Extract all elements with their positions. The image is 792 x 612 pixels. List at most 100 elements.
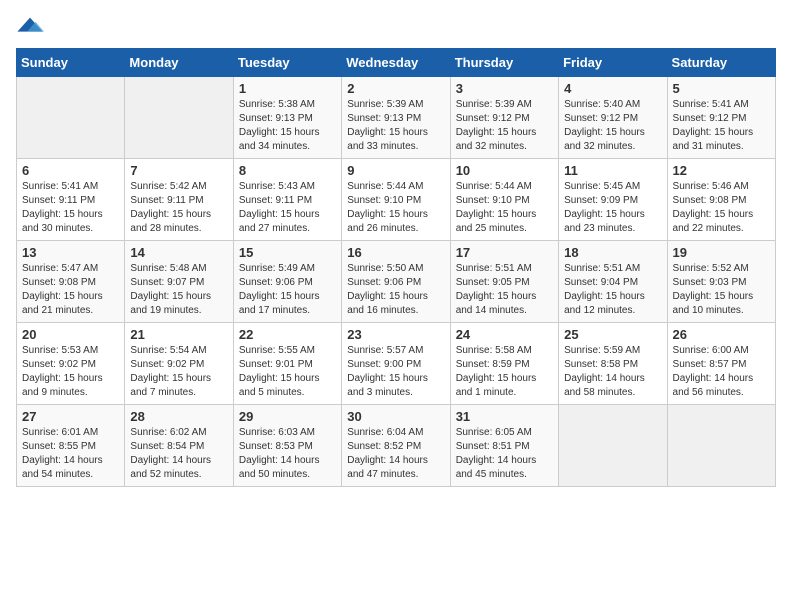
calendar-cell: 29 Sunrise: 6:03 AM Sunset: 8:53 PM Dayli… [233,405,341,487]
day-number: 16 [347,245,444,260]
calendar-body: 1 Sunrise: 5:38 AM Sunset: 9:13 PM Daylig… [17,77,776,487]
day-number: 2 [347,81,444,96]
calendar-cell: 3 Sunrise: 5:39 AM Sunset: 9:12 PM Daylig… [450,77,558,159]
day-number: 30 [347,409,444,424]
day-info: Sunrise: 5:53 AM Sunset: 9:02 PM Dayligh… [22,344,119,400]
day-number: 12 [673,163,770,178]
day-number: 20 [22,327,119,342]
day-number: 24 [456,327,553,342]
day-info: Sunrise: 5:40 AM Sunset: 9:12 PM Dayligh… [564,98,661,154]
day-number: 26 [673,327,770,342]
day-number: 21 [130,327,227,342]
day-number: 27 [22,409,119,424]
day-info: Sunrise: 5:59 AM Sunset: 8:58 PM Dayligh… [564,344,661,400]
day-info: Sunrise: 6:02 AM Sunset: 8:54 PM Dayligh… [130,426,227,482]
day-number: 8 [239,163,336,178]
calendar-cell: 1 Sunrise: 5:38 AM Sunset: 9:13 PM Daylig… [233,77,341,159]
day-number: 15 [239,245,336,260]
day-info: Sunrise: 5:42 AM Sunset: 9:11 PM Dayligh… [130,180,227,236]
day-info: Sunrise: 5:38 AM Sunset: 9:13 PM Dayligh… [239,98,336,154]
day-info: Sunrise: 5:51 AM Sunset: 9:05 PM Dayligh… [456,262,553,318]
calendar-cell: 14Sunrise: 5:48 AM Sunset: 9:07 PM Dayli… [125,241,233,323]
day-header-friday: Friday [559,49,667,77]
calendar-table: SundayMondayTuesdayWednesdayThursdayFrid… [16,48,776,487]
calendar-cell: 21 Sunrise: 5:54 AM Sunset: 9:02 PM Dayli… [125,323,233,405]
day-info: Sunrise: 6:05 AM Sunset: 8:51 PM Dayligh… [456,426,553,482]
day-info: Sunrise: 6:03 AM Sunset: 8:53 PM Dayligh… [239,426,336,482]
day-number: 1 [239,81,336,96]
calendar-cell: 17 Sunrise: 5:51 AM Sunset: 9:05 PM Dayli… [450,241,558,323]
day-number: 19 [673,245,770,260]
calendar-week-row: 20 Sunrise: 5:53 AM Sunset: 9:02 PM Dayli… [17,323,776,405]
calendar-cell: 30 Sunrise: 6:04 AM Sunset: 8:52 PM Dayli… [342,405,450,487]
day-info: Sunrise: 5:41 AM Sunset: 9:12 PM Dayligh… [673,98,770,154]
day-info: Sunrise: 6:00 AM Sunset: 8:57 PM Dayligh… [673,344,770,400]
logo [16,16,48,36]
day-number: 23 [347,327,444,342]
calendar-cell: 22 Sunrise: 5:55 AM Sunset: 9:01 PM Dayli… [233,323,341,405]
day-info: Sunrise: 5:58 AM Sunset: 8:59 PM Dayligh… [456,344,553,400]
day-info: Sunrise: 5:44 AM Sunset: 9:10 PM Dayligh… [456,180,553,236]
day-info: Sunrise: 5:52 AM Sunset: 9:03 PM Dayligh… [673,262,770,318]
calendar-cell: 23 Sunrise: 5:57 AM Sunset: 9:00 PM Dayli… [342,323,450,405]
calendar-cell: 7Sunrise: 5:42 AM Sunset: 9:11 PM Daylig… [125,159,233,241]
day-number: 28 [130,409,227,424]
calendar-cell: 26 Sunrise: 6:00 AM Sunset: 8:57 PM Dayli… [667,323,775,405]
calendar-cell [17,77,125,159]
day-info: Sunrise: 5:41 AM Sunset: 9:11 PM Dayligh… [22,180,119,236]
calendar-cell: 8 Sunrise: 5:43 AM Sunset: 9:11 PM Daylig… [233,159,341,241]
day-info: Sunrise: 5:44 AM Sunset: 9:10 PM Dayligh… [347,180,444,236]
day-info: Sunrise: 5:57 AM Sunset: 9:00 PM Dayligh… [347,344,444,400]
calendar-cell: 10 Sunrise: 5:44 AM Sunset: 9:10 PM Dayli… [450,159,558,241]
day-number: 17 [456,245,553,260]
calendar-cell: 24 Sunrise: 5:58 AM Sunset: 8:59 PM Dayli… [450,323,558,405]
calendar-week-row: 1 Sunrise: 5:38 AM Sunset: 9:13 PM Daylig… [17,77,776,159]
calendar-cell: 4Sunrise: 5:40 AM Sunset: 9:12 PM Daylig… [559,77,667,159]
day-number: 3 [456,81,553,96]
logo-icon [16,16,44,36]
day-header-tuesday: Tuesday [233,49,341,77]
calendar-cell: 6Sunrise: 5:41 AM Sunset: 9:11 PM Daylig… [17,159,125,241]
day-info: Sunrise: 5:47 AM Sunset: 9:08 PM Dayligh… [22,262,119,318]
calendar-cell: 20 Sunrise: 5:53 AM Sunset: 9:02 PM Dayli… [17,323,125,405]
calendar-week-row: 6Sunrise: 5:41 AM Sunset: 9:11 PM Daylig… [17,159,776,241]
day-number: 14 [130,245,227,260]
day-header-saturday: Saturday [667,49,775,77]
day-info: Sunrise: 5:50 AM Sunset: 9:06 PM Dayligh… [347,262,444,318]
day-info: Sunrise: 5:39 AM Sunset: 9:13 PM Dayligh… [347,98,444,154]
calendar-cell [559,405,667,487]
day-number: 29 [239,409,336,424]
day-number: 13 [22,245,119,260]
calendar-week-row: 27 Sunrise: 6:01 AM Sunset: 8:55 PM Dayli… [17,405,776,487]
day-header-monday: Monday [125,49,233,77]
day-number: 5 [673,81,770,96]
calendar-cell: 28 Sunrise: 6:02 AM Sunset: 8:54 PM Dayli… [125,405,233,487]
calendar-cell: 5 Sunrise: 5:41 AM Sunset: 9:12 PM Daylig… [667,77,775,159]
day-number: 22 [239,327,336,342]
day-header-wednesday: Wednesday [342,49,450,77]
day-info: Sunrise: 5:39 AM Sunset: 9:12 PM Dayligh… [456,98,553,154]
calendar-cell: 15 Sunrise: 5:49 AM Sunset: 9:06 PM Dayli… [233,241,341,323]
calendar-cell: 31Sunrise: 6:05 AM Sunset: 8:51 PM Dayli… [450,405,558,487]
calendar-header-row: SundayMondayTuesdayWednesdayThursdayFrid… [17,49,776,77]
page-header [16,16,776,36]
calendar-cell: 11Sunrise: 5:45 AM Sunset: 9:09 PM Dayli… [559,159,667,241]
day-info: Sunrise: 5:55 AM Sunset: 9:01 PM Dayligh… [239,344,336,400]
day-info: Sunrise: 5:49 AM Sunset: 9:06 PM Dayligh… [239,262,336,318]
calendar-cell: 13 Sunrise: 5:47 AM Sunset: 9:08 PM Dayli… [17,241,125,323]
calendar-cell: 12 Sunrise: 5:46 AM Sunset: 9:08 PM Dayli… [667,159,775,241]
day-info: Sunrise: 5:51 AM Sunset: 9:04 PM Dayligh… [564,262,661,318]
day-number: 25 [564,327,661,342]
calendar-cell [125,77,233,159]
day-number: 10 [456,163,553,178]
day-info: Sunrise: 5:43 AM Sunset: 9:11 PM Dayligh… [239,180,336,236]
calendar-cell: 2 Sunrise: 5:39 AM Sunset: 9:13 PM Daylig… [342,77,450,159]
day-info: Sunrise: 5:45 AM Sunset: 9:09 PM Dayligh… [564,180,661,236]
day-info: Sunrise: 6:01 AM Sunset: 8:55 PM Dayligh… [22,426,119,482]
day-info: Sunrise: 5:54 AM Sunset: 9:02 PM Dayligh… [130,344,227,400]
calendar-cell: 9Sunrise: 5:44 AM Sunset: 9:10 PM Daylig… [342,159,450,241]
day-info: Sunrise: 6:04 AM Sunset: 8:52 PM Dayligh… [347,426,444,482]
calendar-cell: 18 Sunrise: 5:51 AM Sunset: 9:04 PM Dayli… [559,241,667,323]
day-info: Sunrise: 5:46 AM Sunset: 9:08 PM Dayligh… [673,180,770,236]
day-number: 18 [564,245,661,260]
